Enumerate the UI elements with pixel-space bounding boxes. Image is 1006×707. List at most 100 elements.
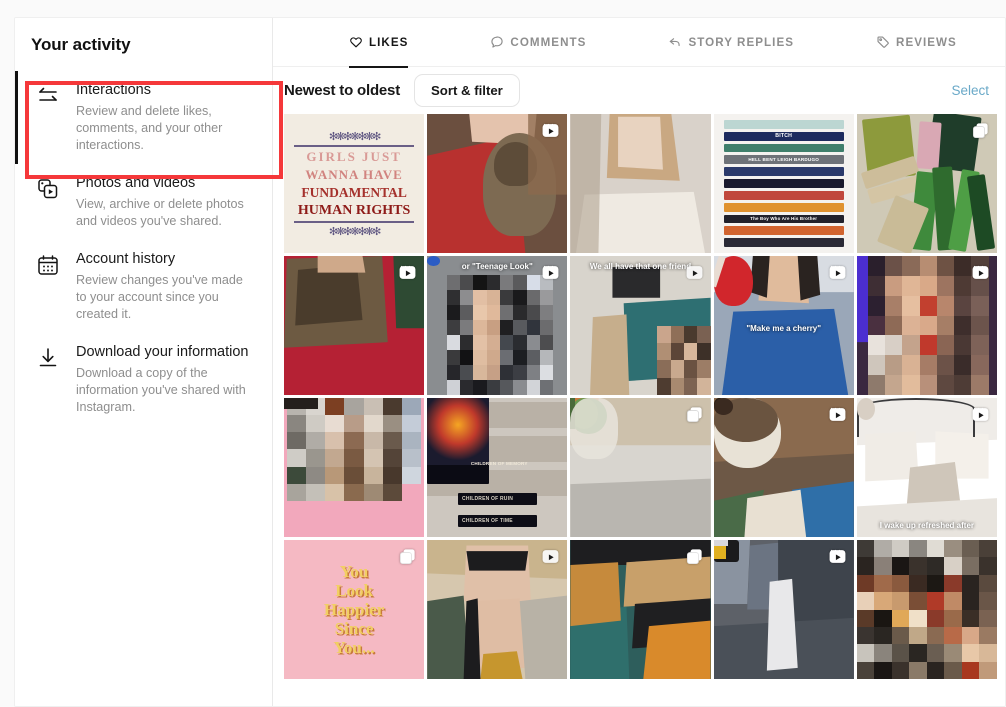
tab-label: COMMENTS (510, 35, 587, 49)
book-title: The Boy Who Are His Brother (723, 214, 844, 224)
tile-image-woman-applying-lip-product (570, 114, 711, 253)
sidebar-item-text: Account history Review changes you've ma… (65, 250, 256, 323)
tab-label: REVIEWS (896, 35, 957, 49)
tile-text-line: You (339, 562, 369, 581)
download-icon (31, 343, 65, 370)
reel-badge-icon (971, 405, 990, 424)
tile-image-girls-wanna-have-fundamental-human-rights: ✻❋✻❋✻❋✻ GIRLS JUST WANNA HAVE FUNDAMENTA… (284, 114, 425, 253)
reel-badge-icon (685, 263, 704, 282)
tab-reviews[interactable]: REVIEWS (858, 18, 975, 67)
sidebar: Your activity Interactions Review and de… (15, 18, 283, 706)
sidebar-nav: Interactions Review and delete likes, co… (15, 71, 272, 426)
sort-order-label: Newest to oldest (284, 82, 400, 99)
sidebar-item-interactions[interactable]: Interactions Review and delete likes, co… (15, 71, 272, 164)
reel-badge-icon (828, 547, 847, 566)
book-title: HELL BENT LEIGH BARDUGO (723, 155, 844, 165)
tab-label: LIKES (369, 35, 409, 49)
tile-text-line: Look (335, 581, 373, 600)
carousel-badge-icon (398, 547, 417, 566)
sort-and-filter-button[interactable]: Sort & filter (414, 74, 520, 107)
carousel-badge-icon (685, 547, 704, 566)
sidebar-item-text: Download your information Download a cop… (65, 343, 256, 416)
grid-tile[interactable] (856, 256, 997, 395)
sidebar-item-text: Photos and videos View, archive or delet… (65, 174, 256, 230)
grid-tile[interactable]: or "Teenage Look" (427, 256, 568, 395)
book-title: CHILDREN OF MEMORY (470, 461, 528, 467)
tile-text-line: Since (334, 619, 374, 638)
page-card: Your activity Interactions Review and de… (14, 17, 1006, 707)
grid-tile[interactable]: We all have that one friend (570, 256, 711, 395)
book-title: CHILDREN OF TIME (458, 514, 537, 527)
reel-badge-icon (541, 121, 560, 140)
calendar-icon (31, 250, 65, 277)
select-link[interactable]: Select (951, 83, 989, 98)
sidebar-item-description: Review and delete likes, comments, and y… (76, 104, 223, 152)
grid-tile[interactable] (713, 398, 854, 537)
tile-caption: I wake up refreshed after (879, 521, 975, 530)
reel-badge-icon (828, 405, 847, 424)
sidebar-item-description: Review changes you've made to your accou… (76, 273, 243, 321)
tile-text-line: HUMAN RIGHTS (297, 202, 411, 218)
grid-tile[interactable] (570, 540, 711, 679)
tile-text-line: You... (333, 638, 375, 657)
grid-tile[interactable]: CHILDREN OF MEMORY CHILDREN OF RUIN CHIL… (427, 398, 568, 537)
reel-badge-icon (828, 263, 847, 282)
sidebar-item-description: Download a copy of the information you'v… (76, 366, 246, 414)
likes-media-grid: ✻❋✻❋✻❋✻ GIRLS JUST WANNA HAVE FUNDAMENTA… (273, 114, 1005, 706)
tile-image-person-pink-background (284, 398, 425, 537)
sidebar-item-photos-and-videos[interactable]: Photos and videos View, archive or delet… (15, 164, 272, 240)
sort-filter-bar: Newest to oldest Sort & filter Select (273, 67, 1005, 114)
arrows-exchange-icon (31, 81, 65, 108)
heart-icon (349, 35, 363, 49)
grid-tile[interactable] (284, 256, 425, 395)
grid-tile[interactable]: "Make me a cherry" (713, 256, 854, 395)
reel-badge-icon (398, 263, 417, 282)
tab-likes[interactable]: LIKES (331, 18, 426, 68)
tile-caption: "Make me a cherry" (746, 323, 822, 333)
grid-tile[interactable] (427, 114, 568, 253)
tab-label: STORY REPLIES (688, 35, 795, 49)
sidebar-item-account-history[interactable]: Account history Review changes you've ma… (15, 240, 272, 333)
reel-badge-icon (971, 263, 990, 282)
tab-story-replies[interactable]: STORY REPLIES (650, 18, 812, 67)
comment-icon (490, 35, 504, 49)
tag-icon (876, 35, 890, 49)
grid-tile[interactable] (570, 398, 711, 537)
grid-tile[interactable]: I wake up refreshed after (856, 398, 997, 537)
tile-image-stack-of-books: BITCH HELL BENT LEIGH BARDUGO The Boy Wh… (713, 114, 854, 253)
sidebar-item-text: Interactions Review and delete likes, co… (65, 81, 256, 154)
tile-text-line: WANNA HAVE (305, 166, 403, 182)
tile-image-censored-dark-photo (856, 540, 997, 679)
activity-tabs: LIKES COMMENTS STORY REPLIES REVIEWS (273, 18, 1005, 68)
grid-tile[interactable] (713, 540, 854, 679)
grid-tile[interactable] (856, 540, 997, 679)
grid-tile[interactable]: BITCH HELL BENT LEIGH BARDUGO The Boy Wh… (713, 114, 854, 253)
tile-text-line: Happier (323, 600, 385, 619)
grid-tile[interactable] (856, 114, 997, 253)
main-content: LIKES COMMENTS STORY REPLIES REVIEWS New… (273, 18, 1005, 706)
sidebar-item-description: View, archive or delete photos and video… (76, 197, 244, 228)
grid-tile[interactable]: You Look Happier Since You... (284, 540, 425, 679)
tile-text-line: GIRLS JUST (306, 148, 402, 164)
book-title: CHILDREN OF RUIN (458, 492, 537, 505)
book-title: BITCH (723, 131, 844, 141)
grid-tile[interactable]: ✻❋✻❋✻❋✻ GIRLS JUST WANNA HAVE FUNDAMENTA… (284, 114, 425, 253)
reply-arrow-icon (668, 35, 682, 49)
sidebar-item-download-your-information[interactable]: Download your information Download a cop… (15, 333, 272, 426)
sidebar-item-label: Account history (76, 251, 176, 267)
grid-tile[interactable] (570, 114, 711, 253)
grid-tile[interactable] (427, 540, 568, 679)
carousel-badge-icon (971, 121, 990, 140)
page-title: Your activity (31, 35, 131, 54)
instagram-your-activity-page: Your activity Interactions Review and de… (0, 0, 1006, 707)
tile-text-line: FUNDAMENTAL (301, 184, 407, 200)
sidebar-item-label: Download your information (76, 344, 249, 360)
reel-badge-icon (541, 547, 560, 566)
carousel-badge-icon (685, 405, 704, 424)
photos-videos-icon (31, 174, 65, 201)
grid-tile[interactable] (284, 398, 425, 537)
tile-image-children-of-memory-book: CHILDREN OF MEMORY CHILDREN OF RUIN CHIL… (427, 398, 568, 537)
sidebar-item-label: Interactions (76, 82, 151, 98)
tab-comments[interactable]: COMMENTS (472, 18, 604, 67)
sidebar-item-label: Photos and videos (76, 175, 196, 191)
